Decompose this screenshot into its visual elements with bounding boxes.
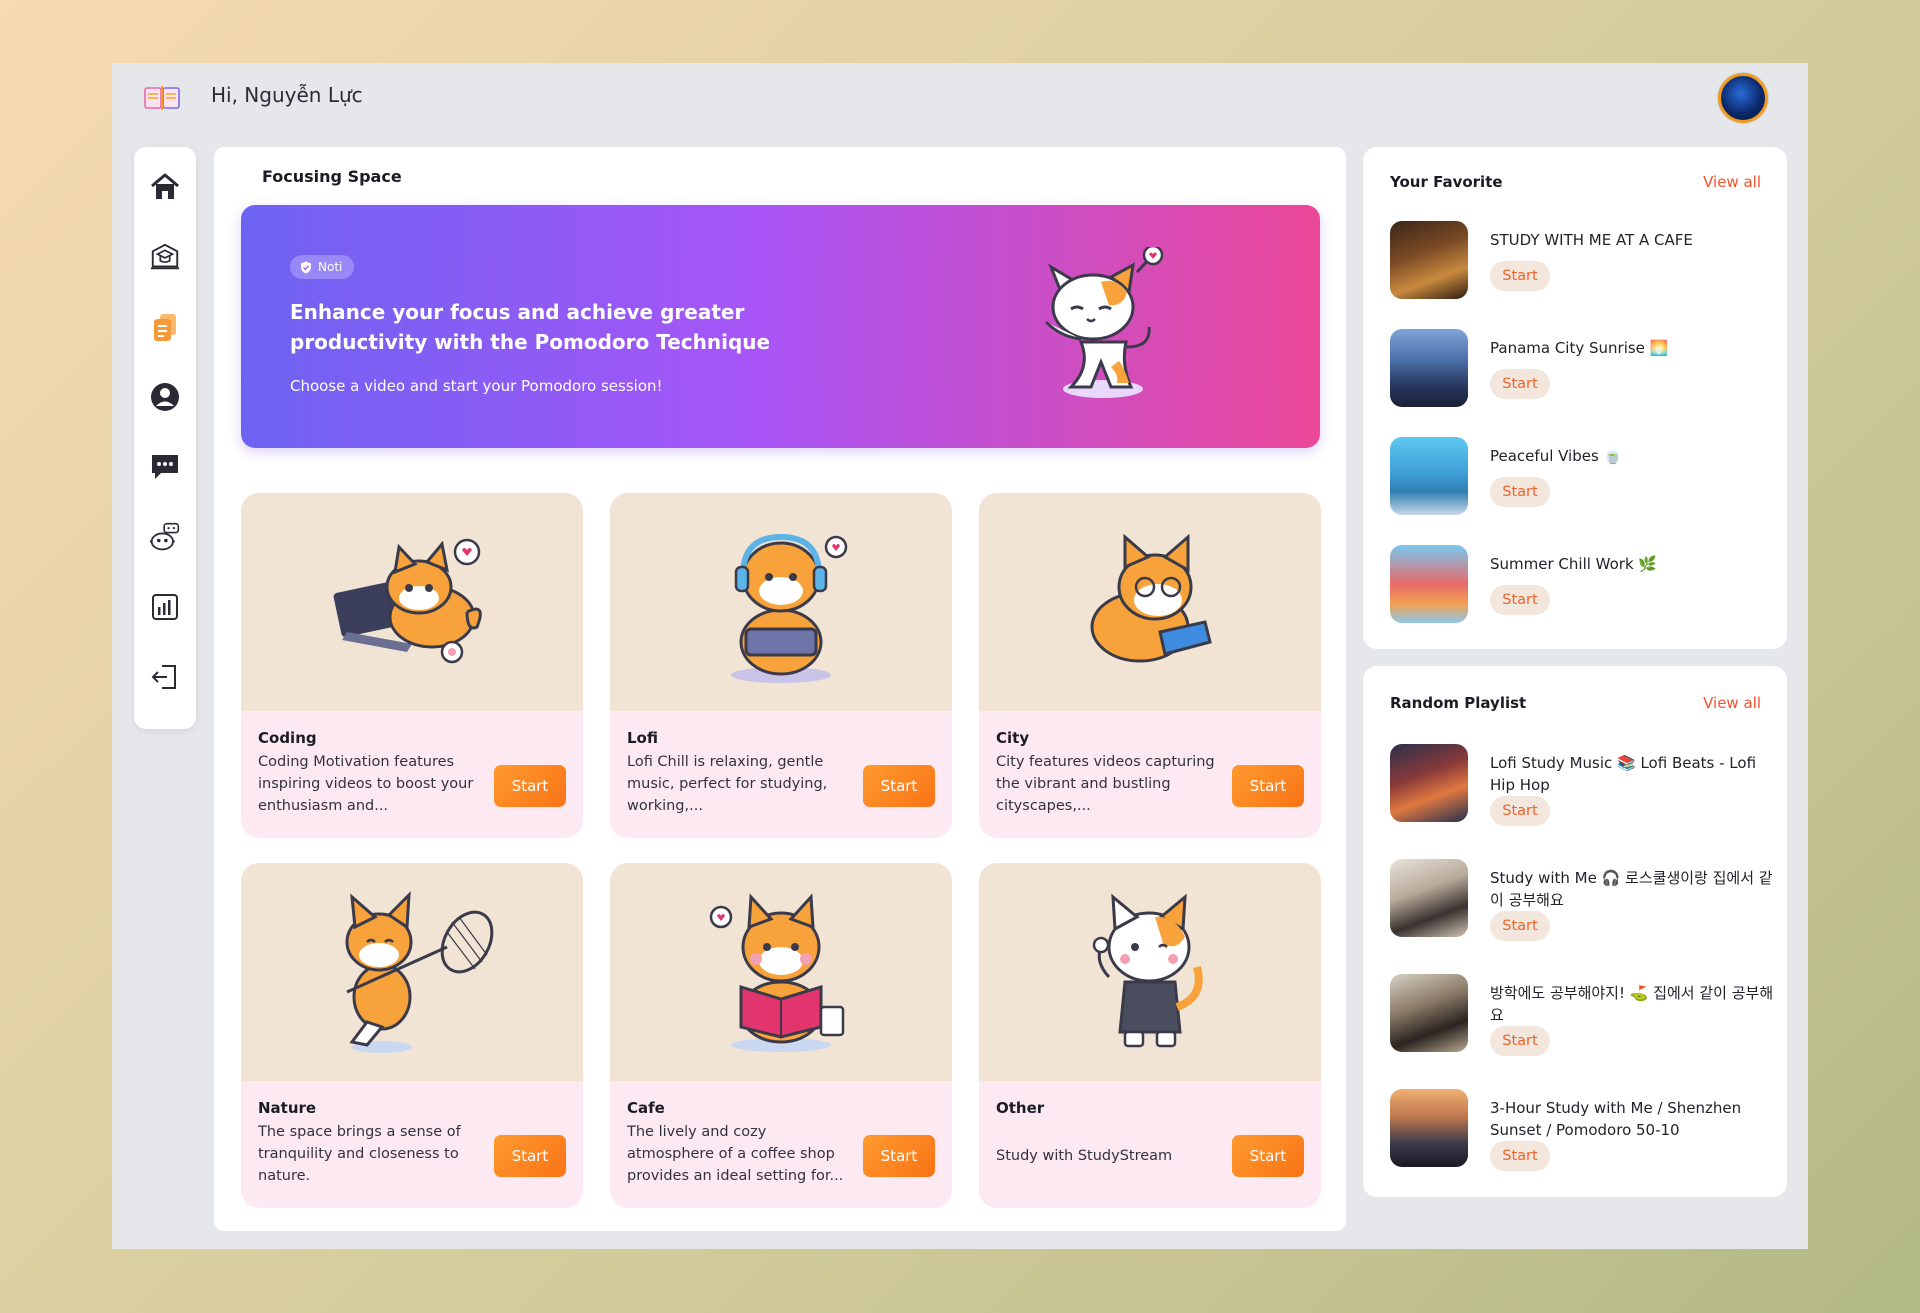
playlist-title: Random Playlist	[1390, 694, 1527, 712]
focusing-space-panel: Focusing Space Noti Enhance your focus a…	[214, 147, 1346, 1231]
start-button[interactable]: Start	[1490, 477, 1550, 507]
start-button[interactable]: Start	[1490, 796, 1550, 826]
playlist-item[interactable]: 방학에도 공부해야지! ⛳ 집에서 같이 공부해요 Start	[1390, 974, 1773, 1070]
card-description: Lofi Chill is relaxing, gentle music, pe…	[627, 754, 828, 814]
card-description: Study with StudyStream	[996, 1148, 1173, 1164]
noti-badge: Noti	[290, 255, 355, 279]
video-title: Study with Me 🎧 로스쿨생이랑 집에서 같이 공부해요	[1490, 869, 1773, 909]
other-illustration	[979, 863, 1321, 1081]
noti-badge-label: Noti	[318, 260, 343, 274]
video-thumbnail	[1390, 744, 1468, 822]
sidebar-item-home[interactable]	[149, 171, 181, 203]
video-thumbnail	[1390, 1089, 1468, 1167]
category-card-lofi[interactable]: Lofi Lofi Chill is relaxing, gentle musi…	[610, 493, 952, 838]
card-description: The space brings a sense of tranquility …	[258, 1124, 461, 1184]
video-title: 3-Hour Study with Me / Shenzhen Sunset /…	[1490, 1099, 1742, 1139]
chart-icon	[152, 594, 178, 620]
profile-icon	[151, 383, 179, 411]
chat-icon	[152, 455, 178, 479]
course-icon	[150, 243, 180, 270]
start-button[interactable]: Start	[1232, 1135, 1304, 1177]
card-description: Coding Motivation features inspiring vid…	[258, 754, 474, 814]
favorite-item[interactable]: Panama City Sunrise 🌅 Start	[1390, 329, 1770, 409]
start-button[interactable]: Start	[1490, 369, 1550, 399]
home-icon	[151, 173, 179, 199]
start-button[interactable]: Start	[1490, 1141, 1550, 1171]
favorite-item[interactable]: STUDY WITH ME AT A CAFE Start	[1390, 221, 1770, 301]
video-thumbnail	[1390, 974, 1468, 1052]
category-card-other[interactable]: Other Study with StudyStream Start	[979, 863, 1321, 1208]
banner-subtitle: Choose a video and start your Pomodoro s…	[290, 377, 663, 395]
page-title: Focusing Space	[262, 167, 402, 186]
cafe-illustration	[610, 863, 952, 1081]
sidebar-item-logout[interactable]	[149, 661, 181, 693]
card-description: City features videos capturing the vibra…	[996, 754, 1215, 814]
start-button[interactable]: Start	[1490, 261, 1550, 291]
video-title: Summer Chill Work 🌿	[1490, 555, 1658, 573]
app-window: Hi, Nguyễn Lực Focusing Space Noti Enhan…	[112, 63, 1808, 1249]
start-button[interactable]: Start	[1490, 911, 1550, 941]
coding-illustration	[241, 493, 583, 711]
random-playlist-panel: Random Playlist View all Lofi Study Musi…	[1363, 666, 1787, 1197]
start-button[interactable]: Start	[494, 765, 566, 807]
banner-title: Enhance your focus and achieve greater p…	[290, 300, 771, 354]
bot-icon	[149, 522, 180, 551]
video-title: 방학에도 공부해야지! ⛳ 집에서 같이 공부해요	[1490, 984, 1774, 1024]
start-button[interactable]: Start	[1232, 765, 1304, 807]
video-title: Panama City Sunrise 🌅	[1490, 339, 1669, 357]
noti-banner: Noti Enhance your focus and achieve grea…	[241, 205, 1320, 448]
favorite-view-all-link[interactable]: View all	[1703, 173, 1761, 191]
start-button[interactable]: Start	[863, 765, 935, 807]
video-thumbnail	[1390, 859, 1468, 937]
video-title: Peaceful Vibes 🍵	[1490, 447, 1623, 465]
category-card-city[interactable]: City City features videos capturing the …	[979, 493, 1321, 838]
notes-icon	[154, 314, 176, 341]
sidebar-item-notes[interactable]	[149, 311, 181, 343]
sidebar-item-course[interactable]	[149, 241, 181, 273]
favorite-item[interactable]: Summer Chill Work 🌿 Start	[1390, 545, 1770, 625]
start-button[interactable]: Start	[1490, 585, 1550, 615]
start-button[interactable]: Start	[863, 1135, 935, 1177]
logout-icon	[151, 665, 176, 689]
card-title: Lofi	[627, 729, 658, 747]
card-description: The lively and cozy atmosphere of a coff…	[627, 1124, 844, 1184]
city-illustration	[979, 493, 1321, 711]
video-thumbnail	[1390, 329, 1468, 407]
video-thumbnail	[1390, 545, 1468, 623]
shield-icon	[301, 261, 311, 273]
video-thumbnail	[1390, 221, 1468, 299]
card-title: Cafe	[627, 1099, 665, 1117]
card-title: Coding	[258, 729, 317, 747]
nature-illustration	[241, 863, 583, 1081]
card-title: Other	[996, 1099, 1045, 1117]
dabbing-cat-illustration	[1044, 247, 1164, 398]
video-thumbnail	[1390, 437, 1468, 515]
category-card-nature[interactable]: Nature The space brings a sense of tranq…	[241, 863, 583, 1208]
category-card-coding[interactable]: Coding Coding Motivation features inspir…	[241, 493, 583, 838]
greeting-text: Hi, Nguyễn Lực	[211, 83, 363, 107]
lofi-illustration	[610, 493, 952, 711]
favorite-panel: Your Favorite View all STUDY WITH ME AT …	[1363, 147, 1787, 649]
category-card-cafe[interactable]: Cafe The lively and cozy atmosphere of a…	[610, 863, 952, 1208]
card-title: Nature	[258, 1099, 317, 1117]
sidebar	[134, 147, 196, 729]
start-button[interactable]: Start	[1490, 1026, 1550, 1056]
playlist-item[interactable]: Lofi Study Music 📚 Lofi Beats - Lofi Hip…	[1390, 744, 1770, 840]
playlist-item[interactable]: 3-Hour Study with Me / Shenzhen Sunset /…	[1390, 1089, 1770, 1185]
book-logo-icon[interactable]	[144, 85, 180, 111]
sidebar-item-chat[interactable]	[149, 451, 181, 483]
sidebar-item-profile[interactable]	[149, 381, 181, 413]
favorite-title: Your Favorite	[1390, 173, 1503, 191]
top-bar: Hi, Nguyễn Lực	[112, 63, 1808, 133]
playlist-view-all-link[interactable]: View all	[1703, 694, 1761, 712]
video-title: Lofi Study Music 📚 Lofi Beats - Lofi Hip…	[1490, 754, 1757, 794]
sidebar-item-bot[interactable]	[149, 521, 181, 553]
start-button[interactable]: Start	[494, 1135, 566, 1177]
avatar[interactable]	[1718, 73, 1768, 123]
video-title: STUDY WITH ME AT A CAFE	[1490, 231, 1693, 249]
playlist-item[interactable]: Study with Me 🎧 로스쿨생이랑 집에서 같이 공부해요 Start	[1390, 859, 1773, 955]
sidebar-item-stats[interactable]	[149, 591, 181, 623]
card-title: City	[996, 729, 1030, 747]
favorite-item[interactable]: Peaceful Vibes 🍵 Start	[1390, 437, 1770, 517]
